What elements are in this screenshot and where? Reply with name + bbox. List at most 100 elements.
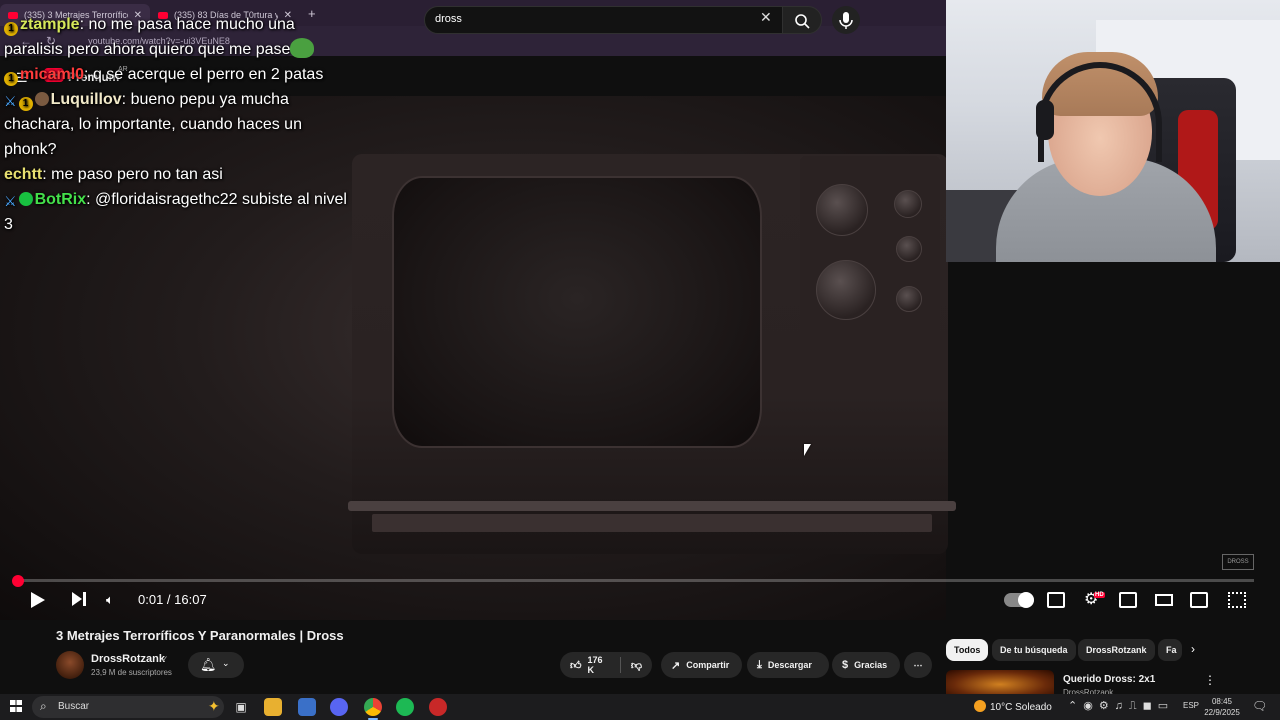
chat-message: 1 ztample: no me pasa hace mucho una para…: [4, 12, 354, 62]
clock-date: 22/9/2025: [1204, 708, 1240, 717]
more-actions-button[interactable]: ⋯: [904, 652, 932, 678]
chat-message: ⚔ 1 Luquillov: bueno pepu ya mucha chachar…: [4, 87, 354, 162]
chip-more[interactable]: Fa: [1158, 639, 1182, 661]
cast-icon[interactable]: [1190, 592, 1208, 608]
mouse-cursor-icon: [804, 444, 811, 456]
sparkle-icon: ✦: [208, 698, 220, 714]
tv-knob: [816, 260, 876, 320]
chat-username: echtt: [4, 166, 43, 183]
mic-icon: [839, 12, 853, 29]
clear-search-icon[interactable]: ✕: [760, 10, 772, 24]
chevron-down-icon: ⌄: [222, 658, 230, 668]
miniplayer-icon[interactable]: [1119, 592, 1137, 608]
webcam-overlay: [946, 0, 1280, 262]
recommendation-title[interactable]: Querido Dross: 2x1: [1063, 674, 1155, 685]
system-tray[interactable]: ⌃◉⚙♫⎍◼▭: [1068, 699, 1174, 713]
theater-mode-icon[interactable]: [1155, 594, 1173, 606]
chat-text: : bueno pepu ya mucha chachara, lo impor…: [4, 91, 302, 158]
verified-icon: ✓: [161, 654, 169, 664]
chat-username: BotRix: [34, 191, 87, 208]
sword-badge-icon: ⚔: [4, 93, 17, 109]
hd-badge: HD: [1094, 592, 1105, 598]
chat-text: : q se acerque el perro en 2 patas: [84, 66, 324, 83]
volume-icon[interactable]: 🔈︎: [106, 591, 122, 609]
autoplay-toggle[interactable]: [1004, 592, 1034, 608]
file-explorer-icon[interactable]: [264, 698, 282, 716]
subtitles-icon[interactable]: [1047, 592, 1065, 608]
discord-icon[interactable]: [330, 698, 348, 716]
task-view-icon[interactable]: ▣: [232, 698, 250, 716]
download-label: Descargar: [767, 660, 812, 670]
video-title: 3 Metrajes Terroríficos Y Paranormales |…: [56, 628, 344, 643]
notification-icon[interactable]: 🗨︎: [1252, 699, 1267, 713]
progress-bar[interactable]: [18, 579, 1254, 582]
bell-icon: 🔔︎: [200, 657, 217, 672]
chip-channel[interactable]: DrossRotzank: [1078, 639, 1155, 661]
taskbar-clock[interactable]: 08:45 22/9/2025: [1204, 696, 1240, 718]
tv-knob: [896, 236, 922, 262]
voice-search-button[interactable]: [832, 6, 860, 34]
store-icon[interactable]: [298, 698, 316, 716]
subscriber-count: 23,9 M de suscriptores: [91, 668, 172, 677]
chrome-icon[interactable]: [364, 698, 382, 720]
chat-text: : me paso pero no tan asi: [42, 166, 223, 183]
share-button[interactable]: ↗ Compartir: [661, 652, 742, 678]
download-button[interactable]: ⤓ Descargar: [747, 652, 829, 678]
taskbar-search[interactable]: ⌕ Buscar ✦: [32, 696, 224, 718]
sword-badge-icon: ⚔: [4, 193, 17, 209]
chat-username: ztample: [20, 16, 80, 33]
duration: 16:07: [174, 592, 207, 607]
chat-message: echtt: me paso pero no tan asi: [4, 162, 354, 187]
search-button[interactable]: [782, 6, 822, 34]
like-count[interactable]: 176 K: [588, 655, 610, 675]
tv-knob: [894, 190, 922, 218]
weather-text: 10°C Soleado: [990, 702, 1052, 713]
chat-message: 1 micaml0: q se acerque el perro en 2 pat…: [4, 62, 354, 87]
more-icon: ⋯: [913, 659, 923, 670]
scrubber-handle[interactable]: [12, 575, 24, 587]
more-vert-icon[interactable]: ⋮: [1204, 673, 1216, 687]
language-indicator[interactable]: ESP: [1183, 701, 1199, 710]
gold-badge-icon: 1: [4, 22, 18, 36]
chip-todos[interactable]: Todos: [946, 639, 989, 661]
recommendation-thumbnail[interactable]: [946, 670, 1054, 694]
thanks-label: Gracias: [854, 660, 888, 670]
search-input[interactable]: [435, 13, 755, 25]
chevron-right-icon[interactable]: ›: [1191, 642, 1195, 656]
pepe-emote-icon: [290, 38, 315, 58]
avatar[interactable]: [56, 651, 84, 679]
weather-widget[interactable]: 10°C Soleado: [974, 700, 1052, 713]
fullscreen-icon[interactable]: [1228, 592, 1246, 608]
brown-badge-icon: [34, 92, 49, 106]
chip-search[interactable]: De tu búsqueda: [992, 639, 1076, 661]
gold-badge-icon: 1: [4, 72, 18, 86]
stream-chat-overlay: 1 ztample: no me pasa hace mucho una para…: [4, 12, 354, 237]
tv-screen: [392, 176, 762, 448]
like-dislike-group: 👍︎ 176 K 👎︎: [560, 652, 652, 678]
next-icon[interactable]: [72, 591, 88, 609]
chat-username: micaml0: [20, 66, 85, 83]
taskbar-search-label: Buscar: [58, 701, 90, 712]
thanks-button[interactable]: $ Gracias: [832, 652, 900, 678]
headset-earcup: [1036, 100, 1054, 140]
spotify-icon[interactable]: [396, 698, 414, 716]
share-label: Compartir: [686, 660, 730, 670]
thanks-icon: $: [842, 659, 849, 671]
windows-start-icon[interactable]: [10, 700, 22, 712]
search-box: [424, 6, 784, 34]
tv-control-panel: [800, 156, 940, 342]
play-icon[interactable]: [31, 592, 45, 608]
search-icon: [795, 14, 810, 29]
obs-icon[interactable]: [429, 698, 447, 716]
clock-time: 08:45: [1211, 697, 1233, 706]
share-icon: ↗: [671, 659, 681, 672]
sun-icon: [974, 700, 986, 712]
subscribed-button[interactable]: 🔔︎ ⌄: [188, 652, 244, 678]
tv-knob: [896, 286, 922, 312]
time-display: 0:01 / 16:07: [138, 592, 207, 607]
thumbs-down-icon[interactable]: 👎︎: [631, 659, 642, 672]
chat-username: Luquillov: [50, 91, 122, 108]
channel-name[interactable]: DrossRotzank: [91, 653, 165, 665]
thumbs-up-icon[interactable]: 👍︎: [570, 659, 582, 672]
divider: [619, 657, 621, 673]
